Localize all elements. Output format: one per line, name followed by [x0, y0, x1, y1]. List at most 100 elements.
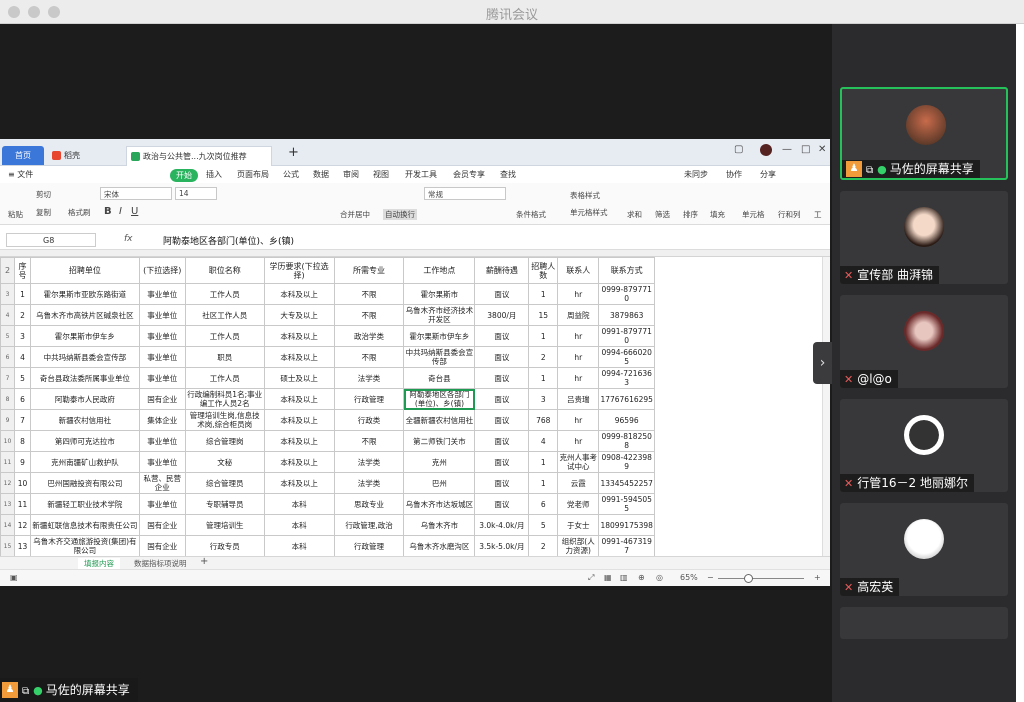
- table-cell[interactable]: 第四师可克达拉市: [29, 430, 140, 452]
- table-cell[interactable]: 巴州国融投资有限公司: [29, 472, 140, 494]
- format-painter-button[interactable]: 格式刷: [68, 207, 91, 218]
- table-cell[interactable]: 行政专员: [184, 535, 265, 556]
- table-cell[interactable]: 面议: [474, 451, 530, 473]
- table-cell[interactable]: 1: [528, 472, 559, 494]
- table-cell[interactable]: 本科: [263, 493, 335, 515]
- column-header[interactable]: 学历要求(下拉选择): [263, 257, 335, 284]
- participant-card[interactable]: ✕ 高宏英: [840, 503, 1008, 596]
- table-cell[interactable]: 3.0k-4.0k/月: [474, 514, 530, 536]
- table-cell[interactable]: 阿勒泰市人民政府: [29, 388, 140, 410]
- add-sheet-button[interactable]: +: [194, 556, 214, 567]
- row-number[interactable]: 14: [0, 514, 15, 536]
- tab-document[interactable]: 政治与公共管...九次岗位推荐: [126, 146, 272, 166]
- table-cell[interactable]: 本科及以上: [263, 283, 335, 305]
- table-cell[interactable]: 不限: [333, 283, 405, 305]
- avatar[interactable]: [760, 144, 772, 156]
- table-cell[interactable]: 云霞: [557, 472, 600, 494]
- menu-dev-tools[interactable]: 开发工具: [405, 169, 437, 180]
- table-cell[interactable]: 于女士: [557, 514, 600, 536]
- number-format-select[interactable]: 常规: [424, 187, 506, 200]
- table-cell[interactable]: 政治学类: [333, 325, 405, 347]
- table-cell[interactable]: 2: [13, 304, 31, 326]
- table-cell[interactable]: 事业单位: [138, 346, 186, 368]
- table-cell[interactable]: 法学类: [333, 472, 405, 494]
- table-cell[interactable]: 组织部(人力资源): [557, 535, 600, 556]
- table-cell[interactable]: 综合管理岗: [184, 430, 265, 452]
- table-cell[interactable]: 克州人事考试中心: [557, 451, 600, 473]
- table-cell[interactable]: 面议: [474, 367, 530, 389]
- table-cell[interactable]: 法学类: [333, 451, 405, 473]
- fullscreen-icon[interactable]: ⤢: [588, 573, 594, 583]
- table-cell[interactable]: 巴州: [403, 472, 476, 494]
- table-style-button[interactable]: 表格样式: [570, 190, 600, 201]
- table-cell[interactable]: 新疆虹联信息技术有限责任公司: [29, 514, 140, 536]
- table-cell[interactable]: 大专及以上: [263, 304, 335, 326]
- table-cell[interactable]: 11: [13, 493, 31, 515]
- paste-button[interactable]: 粘贴: [8, 209, 23, 220]
- table-cell[interactable]: 8: [13, 430, 31, 452]
- table-cell[interactable]: 私营、民营企业: [138, 472, 186, 494]
- participant-card[interactable]: ✕ 行管16－2 地丽娜尔: [840, 399, 1008, 492]
- zoom-slider-knob[interactable]: [744, 574, 753, 583]
- table-cell[interactable]: 13345452257: [598, 472, 656, 494]
- row-number[interactable]: 8: [0, 388, 15, 410]
- table-cell[interactable]: 12: [13, 514, 31, 536]
- table-cell[interactable]: hr: [557, 346, 600, 368]
- table-cell[interactable]: 3: [528, 388, 559, 410]
- wrap-text-button[interactable]: 自动换行: [383, 209, 417, 220]
- table-cell[interactable]: 0999-8182508: [598, 430, 656, 452]
- italic-icon[interactable]: I: [119, 206, 122, 217]
- merge-center-button[interactable]: 合并居中: [340, 209, 370, 220]
- table-cell[interactable]: 行政管理: [333, 388, 405, 410]
- restore-icon[interactable]: □: [801, 144, 810, 155]
- table-cell[interactable]: 霍尔果斯市: [403, 283, 476, 305]
- fx-icon[interactable]: fx: [124, 234, 133, 244]
- table-cell[interactable]: 5: [528, 514, 559, 536]
- table-cell[interactable]: hr: [557, 430, 600, 452]
- row-number[interactable]: 15: [0, 535, 15, 556]
- table-cell[interactable]: 乌鲁木齐市达坂城区: [403, 493, 476, 515]
- table-cell[interactable]: 4: [528, 430, 559, 452]
- cell-style-button[interactable]: 单元格样式: [570, 207, 608, 218]
- table-cell[interactable]: 10: [13, 472, 31, 494]
- table-cell[interactable]: 3879863: [598, 304, 656, 326]
- table-cell[interactable]: 面议: [474, 472, 530, 494]
- menu-review[interactable]: 审阅: [343, 169, 359, 180]
- table-cell[interactable]: 阿勒泰地区各部门(单位)、乡(镇): [403, 388, 476, 410]
- table-cell[interactable]: 7: [13, 409, 31, 431]
- participant-card-sharer[interactable]: ♟ ⧉ ● 马佐的屏幕共享: [840, 87, 1008, 180]
- table-cell[interactable]: 事业单位: [138, 367, 186, 389]
- table-cell[interactable]: 行政管理,政治: [333, 514, 405, 536]
- table-cell[interactable]: 本科及以上: [263, 346, 335, 368]
- table-cell[interactable]: hr: [557, 283, 600, 305]
- table-cell[interactable]: 面议: [474, 409, 530, 431]
- menu-page-layout[interactable]: 页面布局: [237, 169, 269, 180]
- menu-formula[interactable]: 公式: [283, 169, 299, 180]
- table-cell[interactable]: 社区工作人员: [184, 304, 265, 326]
- table-cell[interactable]: 事业单位: [138, 430, 186, 452]
- row-number[interactable]: 4: [0, 304, 15, 326]
- table-cell[interactable]: 新疆轻工职业技术学院: [29, 493, 140, 515]
- collapse-panel-button[interactable]: ›: [813, 342, 832, 384]
- table-cell[interactable]: 6: [528, 493, 559, 515]
- table-cell[interactable]: 党老师: [557, 493, 600, 515]
- table-cell[interactable]: 0991-8797710: [598, 325, 656, 347]
- menu-data[interactable]: 数据: [313, 169, 329, 180]
- table-cell[interactable]: 行政编制科员1名;事业编工作人员2名: [184, 388, 265, 410]
- table-cell[interactable]: 综合管理员: [184, 472, 265, 494]
- table-cell[interactable]: 事业单位: [138, 493, 186, 515]
- table-cell[interactable]: 本科及以上: [263, 472, 335, 494]
- table-cell[interactable]: 0908-4223989: [598, 451, 656, 473]
- cut-button[interactable]: 剪切: [36, 189, 51, 200]
- filter-button[interactable]: 筛选: [655, 209, 670, 220]
- table-cell[interactable]: 思政专业: [333, 493, 405, 515]
- minimize-icon[interactable]: —: [782, 144, 792, 155]
- table-cell[interactable]: 不限: [333, 304, 405, 326]
- table-cell[interactable]: 工作人员: [184, 367, 265, 389]
- table-cell[interactable]: 管理培训生岗,信息技术岗,综合柜员岗: [184, 409, 265, 431]
- table-cell[interactable]: 0994-6660205: [598, 346, 656, 368]
- row-number[interactable]: 3: [0, 283, 15, 305]
- table-cell[interactable]: 18099175398: [598, 514, 656, 536]
- table-cell[interactable]: 1: [13, 283, 31, 305]
- font-size-select[interactable]: 14: [175, 187, 217, 200]
